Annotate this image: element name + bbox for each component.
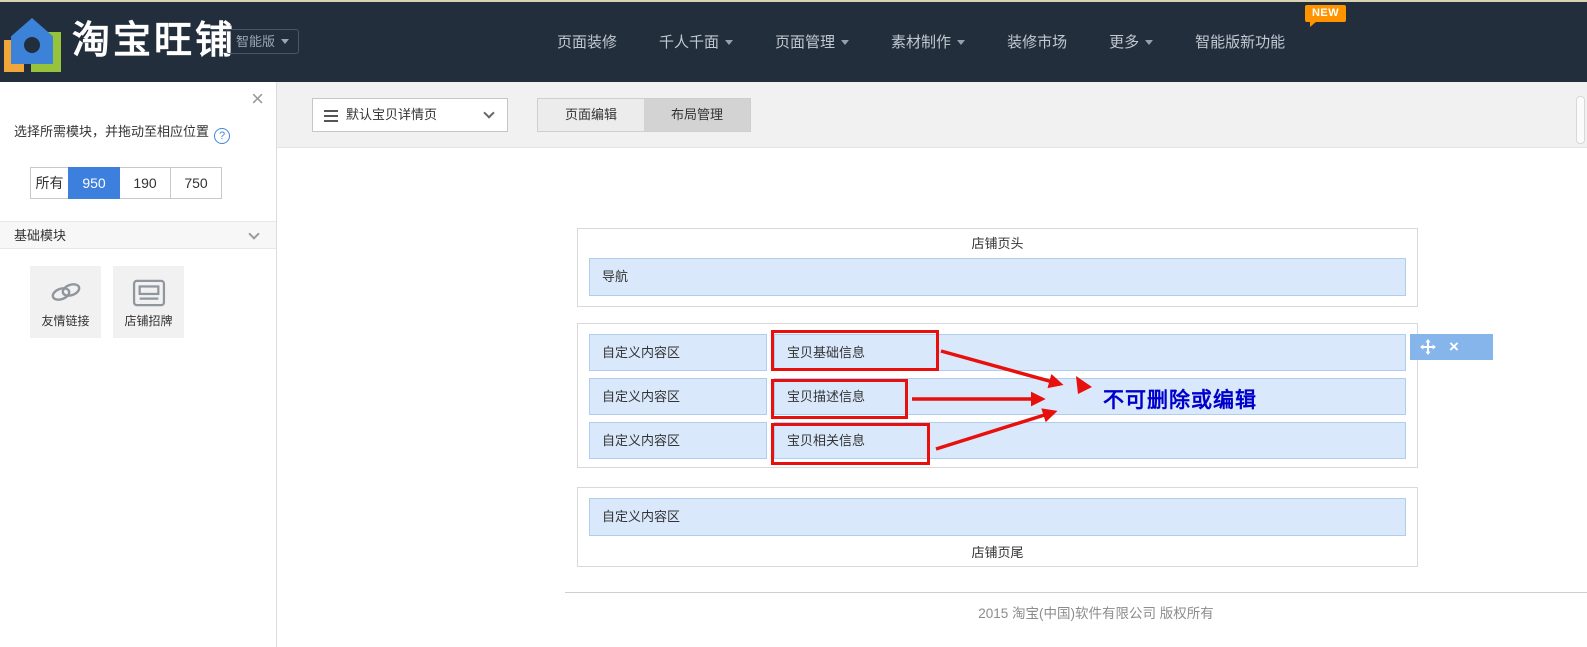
module-panel-sidebar: × 选择所需模块，并拖动至相应位置? 所有 950 190 750 基础模块 友… xyxy=(0,82,277,647)
preview-header-box: 店铺页头 导航 xyxy=(577,228,1418,307)
chevron-down-icon xyxy=(483,107,495,119)
copyright-text: 2015 淘宝(中国)软件有限公司 版权所有 xyxy=(978,606,1214,621)
close-icon[interactable]: × xyxy=(251,88,264,110)
size-tab-750[interactable]: 750 xyxy=(170,167,222,199)
caret-down-icon xyxy=(957,39,966,45)
tab-layout-manage[interactable]: 布局管理 xyxy=(644,99,750,131)
close-icon[interactable]: × xyxy=(1449,335,1459,359)
page-select-value: 默认宝贝详情页 xyxy=(346,107,438,122)
size-filter-tabs: 所有 950 190 750 xyxy=(30,167,222,199)
size-tab-190[interactable]: 190 xyxy=(119,167,171,199)
logo-text: 淘宝旺铺 xyxy=(72,20,237,62)
nav-item-smart-new-features[interactable]: 智能版新功能 NEW xyxy=(1174,4,1347,52)
shop-footer-label: 店铺页尾 xyxy=(971,545,1024,560)
caret-down-icon xyxy=(281,39,290,44)
nav-item-page-manage[interactable]: 页面管理 xyxy=(754,31,870,52)
module-card-friend-links[interactable]: 友情链接 xyxy=(30,266,101,338)
custom-content-bar[interactable]: 自定义内容区 xyxy=(589,498,1406,536)
move-icon[interactable] xyxy=(1420,339,1436,355)
module-card-shop-sign[interactable]: 店铺招牌 xyxy=(113,266,184,338)
footer-divider xyxy=(565,592,1587,593)
main-nav: 页面装修 千人千面 页面管理 素材制作 装修市场 更多 智能版新功能 NEW xyxy=(536,0,1347,82)
custom-content-cell[interactable]: 自定义内容区 xyxy=(589,378,767,415)
section-header-basic-modules[interactable]: 基础模块 xyxy=(0,221,276,249)
hamburger-icon xyxy=(324,110,338,125)
shop-header-label: 店铺页头 xyxy=(971,236,1024,251)
version-label: 智能版 xyxy=(236,34,276,49)
new-badge: NEW xyxy=(1304,4,1347,27)
section-title: 基础模块 xyxy=(14,228,67,243)
nav-item-decorate-market[interactable]: 装修市场 xyxy=(986,31,1088,52)
custom-content-cell[interactable]: 自定义内容区 xyxy=(589,422,767,459)
module-label: 友情链接 xyxy=(41,314,90,328)
panel-instruction: 选择所需模块，并拖动至相应位置? xyxy=(14,121,231,144)
chevron-down-icon xyxy=(248,228,260,240)
help-icon[interactable]: ? xyxy=(214,128,231,144)
page: 淘宝旺铺 智能版 页面装修 千人千面 页面管理 素材制作 装修市场 更多 智能版… xyxy=(0,0,1587,647)
annotation-arrows xyxy=(912,349,1092,451)
top-header: 淘宝旺铺 智能版 页面装修 千人千面 页面管理 素材制作 装修市场 更多 智能版… xyxy=(0,0,1587,82)
preview-footer-box: 自定义内容区 店铺页尾 xyxy=(577,487,1418,567)
page-select-dropdown[interactable]: 默认宝贝详情页 xyxy=(312,98,508,132)
size-tab-950[interactable]: 950 xyxy=(68,167,120,199)
editor-mode-tabs: 页面编辑 布局管理 xyxy=(537,98,751,132)
link-icon xyxy=(51,283,80,301)
size-tab-all[interactable]: 所有 xyxy=(30,167,69,199)
module-label: 店铺招牌 xyxy=(124,314,173,328)
row-hover-toolbar: × xyxy=(1410,334,1493,360)
nav-item-material-make[interactable]: 素材制作 xyxy=(870,31,986,52)
logo-house-hole xyxy=(24,37,40,53)
nav-module-bar[interactable]: 导航 xyxy=(589,258,1406,296)
nav-item-page-decorate[interactable]: 页面装修 xyxy=(536,31,638,52)
caret-down-icon xyxy=(841,39,850,45)
custom-content-cell[interactable]: 自定义内容区 xyxy=(589,334,767,371)
annotation-note: 不可删除或编辑 xyxy=(1103,388,1257,412)
editor-toolbar: 默认宝贝详情页 页面编辑 布局管理 xyxy=(277,82,1587,148)
caret-down-icon xyxy=(1145,39,1154,45)
nav-item-more[interactable]: 更多 xyxy=(1088,31,1174,52)
taobao-wangpu-logo-icon xyxy=(4,16,62,76)
banner-icon xyxy=(132,279,165,307)
nav-item-thousand-faces[interactable]: 千人千面 xyxy=(638,31,754,52)
tab-page-edit[interactable]: 页面编辑 xyxy=(538,99,644,131)
version-dropdown-button[interactable]: 智能版 xyxy=(226,29,300,54)
caret-down-icon xyxy=(725,39,734,45)
vertical-scrollbar[interactable] xyxy=(1576,96,1585,144)
